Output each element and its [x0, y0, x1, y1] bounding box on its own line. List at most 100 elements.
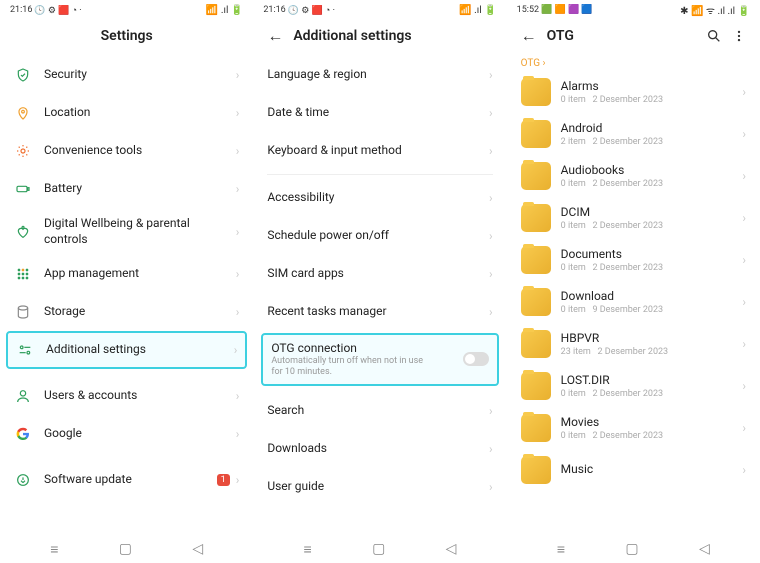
- row-label: Date & time: [267, 105, 489, 121]
- status-bar: 21:16 🕓 ⚙ 🟥 ◔ · 📶 .ıl 🔋: [253, 0, 506, 18]
- setting-row-downloads[interactable]: Downloads›: [259, 430, 500, 468]
- back-button[interactable]: ←: [267, 26, 283, 46]
- status-right-icons: ✱ 📶 ᯤ .ıl .ıl 🔋: [680, 3, 750, 17]
- pin-icon: [14, 104, 32, 122]
- row-label: Battery: [44, 181, 236, 197]
- status-right-icons: 📶 .ıl 🔋: [459, 5, 496, 16]
- nav-recents[interactable]: ≡: [557, 541, 565, 558]
- folder-row-documents[interactable]: Documents0 item 2 Desember 2023›: [513, 239, 754, 281]
- settings-row-security[interactable]: Security›: [6, 56, 247, 94]
- setting-row-recent-tasks-manager[interactable]: Recent tasks manager›: [259, 293, 500, 331]
- status-left-icons: 🕓 ⚙ 🟥 ◔ ·: [34, 5, 81, 16]
- page-header: Settings: [0, 18, 253, 56]
- row-label: Security: [44, 67, 236, 83]
- page-title: Additional settings: [293, 28, 411, 44]
- folder-meta: 0 item 2 Desember 2023: [561, 179, 743, 189]
- folder-meta: 2 item 2 Desember 2023: [561, 137, 743, 147]
- chevron-right-icon: ›: [236, 106, 240, 120]
- folder-name: Download: [561, 289, 743, 305]
- chevron-right-icon: ›: [742, 85, 746, 99]
- chevron-right-icon: ›: [489, 480, 493, 494]
- setting-row-search[interactable]: Search›: [259, 392, 500, 430]
- more-icon[interactable]: [732, 29, 746, 43]
- chevron-right-icon: ›: [489, 442, 493, 456]
- settings-row-additional-settings[interactable]: Additional settings›: [6, 331, 247, 369]
- settings-row-users-accounts[interactable]: Users & accounts›: [6, 377, 247, 415]
- page-header: ← OTG: [507, 18, 760, 56]
- folder-row-android[interactable]: Android2 item 2 Desember 2023›: [513, 113, 754, 155]
- setting-row-accessibility[interactable]: Accessibility›: [259, 179, 500, 217]
- settings-row-software-update[interactable]: Software update1›: [6, 461, 247, 499]
- folder-row-music[interactable]: Music›: [513, 449, 754, 491]
- settings-row-location[interactable]: Location›: [6, 94, 247, 132]
- folder-name: LOST.DIR: [561, 373, 743, 389]
- nav-bar: ≡ ▢ ◁: [507, 535, 760, 563]
- nav-back[interactable]: ◁: [192, 541, 203, 557]
- settings-row-digital-wellbeing-parental-controls[interactable]: Digital Wellbeing & parental controls›: [6, 208, 247, 255]
- nav-recents[interactable]: ≡: [50, 541, 58, 558]
- row-label: Additional settings: [46, 342, 234, 358]
- chevron-right-icon: ›: [742, 463, 746, 477]
- chevron-right-icon: ›: [742, 253, 746, 267]
- settings-row-app-management[interactable]: App management›: [6, 255, 247, 293]
- folder-row-lost-dir[interactable]: LOST.DIR0 item 2 Desember 2023›: [513, 365, 754, 407]
- folder-row-movies[interactable]: Movies0 item 2 Desember 2023›: [513, 407, 754, 449]
- chevron-right-icon: ›: [742, 211, 746, 225]
- page-title: OTG: [547, 28, 574, 44]
- folder-icon: [521, 162, 551, 190]
- screen-additional-settings: 21:16 🕓 ⚙ 🟥 ◔ · 📶 .ıl 🔋 ← Additional set…: [253, 0, 506, 563]
- otg-toggle[interactable]: [463, 352, 489, 366]
- breadcrumb[interactable]: OTG ›: [507, 56, 760, 71]
- status-right-icons: 📶 .ıl 🔋: [206, 5, 243, 16]
- update-icon: [14, 471, 32, 489]
- status-bar: 21:16 🕓 ⚙ 🟥 ◔ · 📶 .ıl 🔋: [0, 0, 253, 18]
- setting-row-sim-card-apps[interactable]: SIM card apps›: [259, 255, 500, 293]
- back-button[interactable]: ←: [521, 26, 537, 46]
- nav-back[interactable]: ◁: [699, 541, 710, 557]
- nav-recents[interactable]: ≡: [304, 541, 312, 558]
- folder-meta: 0 item 9 Desember 2023: [561, 305, 743, 315]
- folder-row-audiobooks[interactable]: Audiobooks0 item 2 Desember 2023›: [513, 155, 754, 197]
- setting-row-language-region[interactable]: Language & region›: [259, 56, 500, 94]
- battery-icon: [14, 180, 32, 198]
- nav-back[interactable]: ◁: [446, 541, 457, 557]
- folder-meta: 0 item 2 Desember 2023: [561, 431, 743, 441]
- chevron-right-icon: ›: [742, 169, 746, 183]
- screen-settings: 21:16 🕓 ⚙ 🟥 ◔ · 📶 .ıl 🔋 Settings Securit…: [0, 0, 253, 563]
- setting-row-keyboard-input-method[interactable]: Keyboard & input method›: [259, 132, 500, 170]
- setting-row-schedule-power-on-off[interactable]: Schedule power on/off›: [259, 217, 500, 255]
- settings-row-battery[interactable]: Battery›: [6, 170, 247, 208]
- folder-icon: [521, 246, 551, 274]
- chevron-right-icon: ›: [489, 305, 493, 319]
- setting-row-date-time[interactable]: Date & time›: [259, 94, 500, 132]
- folder-row-alarms[interactable]: Alarms0 item 2 Desember 2023›: [513, 71, 754, 113]
- nav-home[interactable]: ▢: [625, 541, 638, 557]
- settings-row-storage[interactable]: Storage›: [6, 293, 247, 331]
- settings-row-google[interactable]: Google›: [6, 415, 247, 453]
- row-label: Keyboard & input method: [267, 143, 489, 159]
- nav-home[interactable]: ▢: [372, 541, 385, 557]
- google-icon: [14, 425, 32, 443]
- search-icon[interactable]: [706, 28, 722, 44]
- chevron-right-icon: ›: [489, 229, 493, 243]
- update-badge: 1: [217, 474, 230, 486]
- folder-icon: [521, 456, 551, 484]
- chevron-right-icon: ›: [489, 191, 493, 205]
- chevron-right-icon: ›: [236, 182, 240, 196]
- chevron-right-icon: ›: [236, 68, 240, 82]
- chevron-right-icon: ›: [236, 144, 240, 158]
- folder-row-download[interactable]: Download0 item 9 Desember 2023›: [513, 281, 754, 323]
- row-label: Schedule power on/off: [267, 228, 489, 244]
- folder-icon: [521, 288, 551, 316]
- folder-meta: 0 item 2 Desember 2023: [561, 95, 743, 105]
- folder-row-dcim[interactable]: DCIM0 item 2 Desember 2023›: [513, 197, 754, 239]
- folder-name: Music: [561, 462, 743, 478]
- otg-connection-row[interactable]: OTG connectionAutomatically turn off whe…: [261, 333, 498, 386]
- setting-row-user-guide[interactable]: User guide›: [259, 468, 500, 506]
- nav-home[interactable]: ▢: [119, 541, 132, 557]
- folder-row-hbpvr[interactable]: HBPVR23 item 2 Desember 2023›: [513, 323, 754, 365]
- settings-row-convenience-tools[interactable]: Convenience tools›: [6, 132, 247, 170]
- nav-bar: ≡ ▢ ◁: [0, 535, 253, 563]
- chevron-right-icon: ›: [234, 343, 238, 357]
- folder-meta: 0 item 2 Desember 2023: [561, 221, 743, 231]
